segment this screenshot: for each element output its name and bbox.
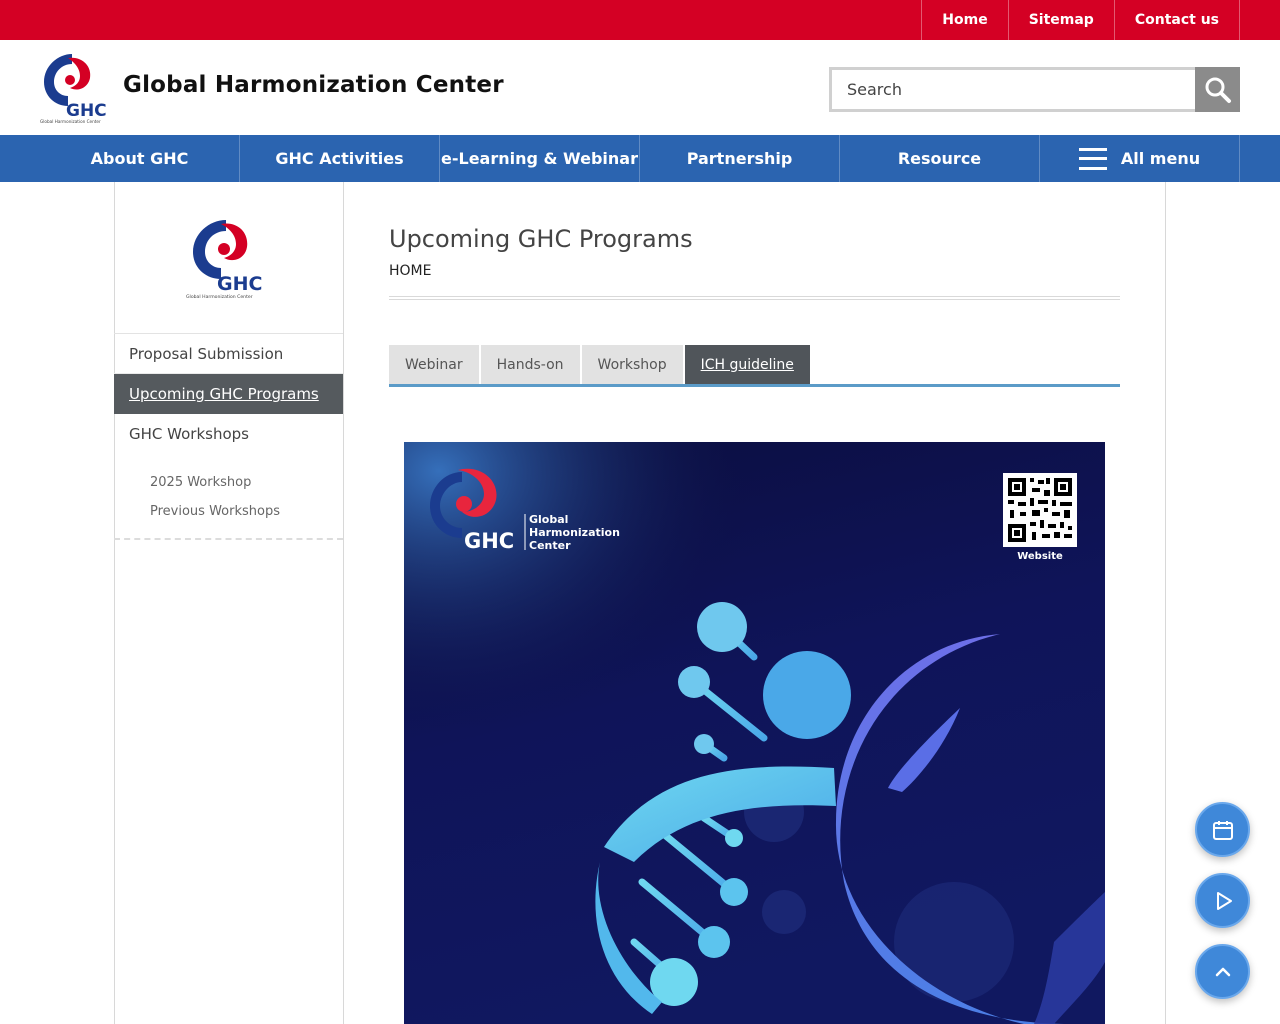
page-title: Upcoming GHC Programs: [389, 225, 693, 253]
sidebar: GHC Global Harmonization Center Proposal…: [114, 182, 344, 1024]
nav-ghc-activities[interactable]: GHC Activities: [240, 135, 440, 182]
home-link[interactable]: Home: [922, 0, 1009, 40]
poster-brand-mark: GHC: [464, 529, 514, 553]
tab-ich-guideline[interactable]: ICH guideline: [684, 345, 810, 384]
sidebar-subitem-2025-workshop[interactable]: 2025 Workshop: [150, 468, 343, 497]
title-divider: [389, 296, 1120, 300]
poster-brand-line1: Global: [529, 513, 568, 526]
video-button[interactable]: [1195, 873, 1250, 928]
sidebar-item-upcoming-programs[interactable]: Upcoming GHC Programs: [114, 374, 343, 414]
poster-artwork: GHC Global Harmonization Center Website: [404, 442, 1105, 1024]
play-icon: [1216, 891, 1232, 910]
nav-elearning-webinar[interactable]: e-Learning & Webinar: [440, 135, 640, 182]
calendar-icon: [1212, 820, 1233, 840]
sidebar-item-ghc-workshops[interactable]: GHC Workshops: [114, 414, 343, 454]
top-links: Home Sitemap Contact us: [921, 0, 1240, 40]
sidebar-ghc-logo: GHC Global Harmonization Center: [186, 220, 262, 300]
sitemap-link[interactable]: Sitemap: [1009, 0, 1115, 40]
nav-resource[interactable]: Resource: [840, 135, 1040, 182]
nav-all-menu[interactable]: All menu: [1040, 135, 1240, 182]
program-tabs: Webinar Hands-on Workshop ICH guideline: [389, 345, 1120, 387]
contact-link[interactable]: Contact us: [1115, 0, 1240, 40]
calendar-button[interactable]: [1195, 802, 1250, 857]
tab-hands-on[interactable]: Hands-on: [480, 345, 580, 384]
ghc-logo[interactable]: GHC Global Harmonization Center: [38, 52, 112, 124]
program-poster: GHC Global Harmonization Center Website: [404, 442, 1105, 1024]
site-title[interactable]: Global Harmonization Center: [123, 72, 504, 98]
top-bar: Home Sitemap Contact us: [0, 0, 1280, 40]
nav-partnership[interactable]: Partnership: [640, 135, 840, 182]
chevron-up-icon: [1215, 967, 1230, 976]
main-nav: About GHC GHC Activities e-Learning & We…: [0, 135, 1280, 182]
sidebar-submenu: 2025 Workshop Previous Workshops: [114, 454, 343, 540]
header: GHC Global Harmonization Center Global H…: [0, 40, 1280, 135]
tab-webinar[interactable]: Webinar: [389, 345, 479, 384]
logo-text: GHC: [66, 101, 107, 121]
logo-subtext: Global Harmonization Center: [40, 119, 101, 124]
sidebar-item-proposal-submission[interactable]: Proposal Submission: [114, 334, 343, 374]
tab-workshop[interactable]: Workshop: [581, 345, 683, 384]
search-box: [829, 67, 1240, 112]
nav-about-ghc[interactable]: About GHC: [40, 135, 240, 182]
sidebar-logo-subtext: Global Harmonization Center: [186, 294, 253, 300]
sidebar-menu: Proposal Submission Upcoming GHC Program…: [114, 333, 343, 540]
search-input[interactable]: [829, 67, 1196, 112]
sidebar-subitem-previous-workshops[interactable]: Previous Workshops: [150, 497, 343, 526]
poster-brand-line3: Center: [529, 539, 571, 552]
qr-caption: Website: [1017, 551, 1063, 562]
search-button[interactable]: [1195, 67, 1240, 112]
breadcrumb[interactable]: HOME: [389, 263, 431, 279]
scroll-top-button[interactable]: [1195, 944, 1250, 999]
all-menu-label: All menu: [1120, 149, 1201, 168]
sidebar-logo-text: GHC: [217, 273, 262, 295]
search-icon: [1205, 77, 1231, 103]
hamburger-icon: [1078, 147, 1107, 170]
poster-brand-line2: Harmonization: [529, 526, 620, 539]
